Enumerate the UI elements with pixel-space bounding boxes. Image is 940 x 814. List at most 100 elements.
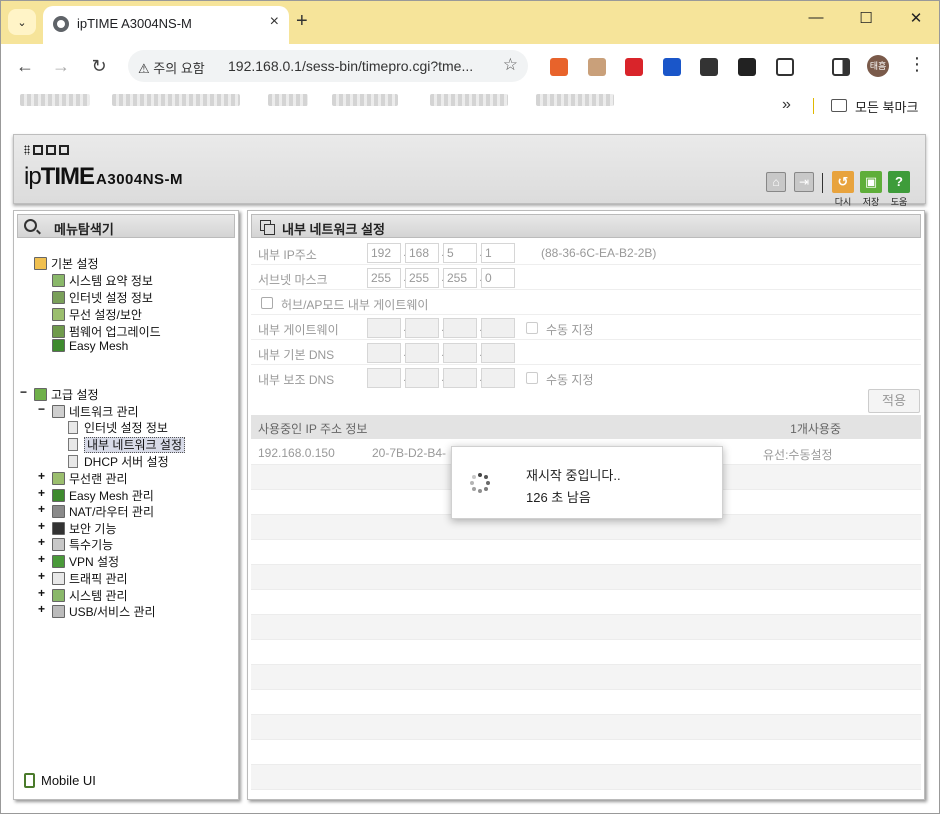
blurred-bookmark[interactable] [536, 94, 614, 106]
logout-icon[interactable]: ⇥ [794, 172, 814, 192]
menu-system[interactable]: + 시스템 관리 [38, 586, 128, 604]
ip-count: 1개사용중 [790, 422, 841, 436]
subnet-octet-3[interactable]: 255 [443, 268, 477, 288]
ip-octet-3[interactable]: 5 [443, 243, 477, 263]
extension-icon[interactable] [700, 58, 718, 76]
menu-easy-mesh-management[interactable]: + Easy Mesh 관리 [38, 486, 154, 504]
close-tab-icon[interactable]: × [270, 13, 279, 31]
menu-firmware-upgrade[interactable]: 펌웨어 업그레이드 [52, 323, 161, 340]
expand-toggle[interactable]: + [38, 552, 45, 566]
menu-vpn[interactable]: + VPN 설정 [38, 552, 119, 570]
menu-usb-service[interactable]: + USB/서비스 관리 [38, 602, 156, 620]
profile-avatar[interactable]: 태흠 [867, 55, 889, 77]
dns1-octet-4[interactable] [481, 343, 515, 363]
collapse-toggle[interactable]: − [20, 385, 27, 399]
dns1-octet-3[interactable] [443, 343, 477, 363]
menu-network-management[interactable]: − 네트워크 관리 [38, 402, 139, 420]
maximize-button[interactable]: ☐ [856, 9, 876, 27]
menu-advanced-settings[interactable]: − 고급 설정 [20, 385, 99, 403]
dns1-octet-1[interactable] [367, 343, 401, 363]
extension-icon[interactable] [625, 58, 643, 76]
side-panel-icon[interactable] [832, 58, 850, 76]
dns2-octet-1[interactable] [367, 368, 401, 388]
chart-icon [52, 274, 65, 287]
address-bar[interactable]: ⚠ 주의 요함 192.168.0.1/sess-bin/timepro.cgi… [128, 50, 528, 82]
menu-wireless-lan[interactable]: + 무선랜 관리 [38, 469, 128, 487]
expand-toggle[interactable]: + [38, 469, 45, 483]
dns2-octet-3[interactable] [443, 368, 477, 388]
extension-icon[interactable] [550, 58, 568, 76]
tab-search-button[interactable]: ⌄ [8, 9, 36, 35]
expand-toggle[interactable]: + [38, 602, 45, 616]
more-bookmarks-icon[interactable]: » [782, 96, 791, 114]
expand-toggle[interactable]: + [38, 586, 45, 600]
menu-nat-router[interactable]: + NAT/라우터 관리 [38, 502, 154, 520]
gateway-octet-3[interactable] [443, 318, 477, 338]
new-tab-button[interactable]: + [296, 10, 308, 33]
blurred-bookmark[interactable] [332, 94, 398, 106]
expand-toggle[interactable]: + [38, 535, 45, 549]
blurred-bookmark[interactable] [112, 94, 240, 106]
gateway-octet-2[interactable] [405, 318, 439, 338]
menu-traffic[interactable]: + 트래픽 관리 [38, 569, 128, 587]
menu-system-summary[interactable]: 시스템 요약 정보 [52, 272, 153, 289]
reload-button[interactable]: ↻ [88, 56, 110, 77]
subnet-octet-4[interactable]: 0 [481, 268, 515, 288]
save-config-button[interactable]: ▣ [860, 171, 882, 193]
menu-basic-settings[interactable]: 기본 설정 [34, 255, 99, 272]
puzzle-icon[interactable] [776, 58, 794, 76]
minimize-button[interactable]: — [806, 9, 826, 26]
chevron-down-icon: ⌄ [17, 16, 27, 29]
help-button[interactable]: ? [888, 171, 910, 193]
blurred-bookmark[interactable] [20, 94, 90, 106]
hub-ap-checkbox[interactable] [261, 297, 273, 309]
menu-special-features[interactable]: + 특수기능 [38, 535, 113, 553]
expand-toggle[interactable]: + [38, 519, 45, 533]
menu-wireless-security[interactable]: 무선 설정/보안 [52, 306, 142, 323]
menu-security[interactable]: + 보안 기능 [38, 519, 117, 537]
mobile-ui-link[interactable]: Mobile UI [24, 773, 96, 788]
network-icon [52, 405, 65, 418]
dns1-octet-2[interactable] [405, 343, 439, 363]
manual-dns-checkbox[interactable] [526, 372, 538, 384]
warning-icon: ⚠ [138, 61, 150, 76]
menu-internet-settings[interactable]: 인터넷 설정 정보 [68, 419, 168, 436]
extension-icon[interactable] [663, 58, 681, 76]
blurred-bookmark[interactable] [268, 94, 308, 106]
ip-octet-4[interactable]: 1 [481, 243, 515, 263]
menu-internet-info[interactable]: 인터넷 설정 정보 [52, 289, 153, 306]
subnet-octet-2[interactable]: 255 [405, 268, 439, 288]
collapse-toggle[interactable]: − [38, 402, 45, 416]
menu-easy-mesh[interactable]: Easy Mesh [52, 339, 128, 353]
menu-dhcp-server[interactable]: DHCP 서버 설정 [68, 453, 169, 470]
ip-octet-2[interactable]: 168 [405, 243, 439, 263]
menu-internal-network[interactable]: 내부 네트워크 설정 [68, 436, 185, 453]
dns2-octet-4[interactable] [481, 368, 515, 388]
expand-toggle[interactable]: + [38, 486, 45, 500]
browser-tab[interactable]: ipTIME A3004NS-M × [43, 6, 289, 44]
forward-button[interactable]: → [50, 56, 72, 77]
blurred-bookmark[interactable] [430, 94, 508, 106]
subnet-octet-1[interactable]: 255 [367, 268, 401, 288]
reload-config-button[interactable]: ↺ [832, 171, 854, 193]
gateway-octet-1[interactable] [367, 318, 401, 338]
ip-octet-1[interactable]: 192 [367, 243, 401, 263]
extension-icon[interactable] [588, 58, 606, 76]
expand-toggle[interactable]: + [38, 569, 45, 583]
apply-button[interactable]: 적용 [868, 389, 920, 413]
menu-kebab-icon[interactable]: ⋮ [908, 54, 926, 75]
manual-gateway-checkbox[interactable] [526, 322, 538, 334]
expand-toggle[interactable]: + [38, 502, 45, 516]
gateway-octet-4[interactable] [481, 318, 515, 338]
home-icon[interactable]: ⌂ [766, 172, 786, 192]
extension-icon[interactable] [738, 58, 756, 76]
panel-header: 내부 네트워크 설정 [251, 214, 921, 238]
bookmark-star-icon[interactable]: ☆ [503, 55, 518, 75]
dns2-octet-2[interactable] [405, 368, 439, 388]
back-button[interactable]: ← [14, 56, 36, 77]
menu-explorer-header: 메뉴탐색기 [17, 214, 235, 238]
all-bookmarks-button[interactable]: 모든 북마크 [855, 97, 918, 116]
security-warning[interactable]: ⚠ 주의 요함 [138, 58, 205, 77]
save-config-label: 저장 [862, 197, 880, 207]
close-window-button[interactable]: ✕ [906, 9, 926, 27]
